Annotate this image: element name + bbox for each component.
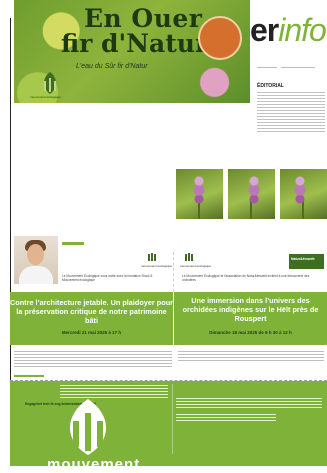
event-logo-label: mouvement écologique (180, 264, 212, 268)
event-card[interactable]: Contre l’architecture jetable. Un plaido… (10, 292, 173, 345)
event-caption: Le Mouvement Écologique et l'association… (182, 274, 310, 282)
footer-separator (172, 384, 173, 454)
footer-text (176, 398, 322, 408)
column-separator (173, 252, 175, 292)
editorial-title: ÉDITORIAL (257, 83, 284, 89)
event-description (14, 351, 172, 367)
meta-line (281, 67, 315, 68)
header-banner: En Ouer fir d'Natur L'eau du Sûr fir d'N… (14, 0, 250, 103)
leaf-logo-icon (44, 72, 56, 94)
event-date: Mercredi 21 mai 2025 à 17 h (61, 330, 122, 335)
speaker-portrait (14, 236, 58, 284)
event-description (178, 351, 324, 361)
banner-title-line2: fir d'Natur (61, 29, 209, 58)
banner-badge-icon (198, 16, 242, 60)
orchid-photo (280, 169, 327, 219)
leaf-logo-icon (70, 399, 106, 455)
masthead-brand: erinfo (250, 12, 327, 49)
brand-part1: er (250, 12, 279, 48)
orchid-photo (228, 169, 275, 219)
partner-badge-label: Natur&ëmwelt (291, 257, 315, 261)
meta-line (257, 67, 277, 68)
footer-text (176, 414, 276, 422)
event-caption: Le Mouvement Écologique vous invite avec… (62, 274, 153, 282)
event-title: Contre l’architecture jetable. Un plaido… (10, 298, 173, 325)
footer-wordmark: mouvement (47, 456, 141, 473)
newsletter-page: En Ouer fir d'Natur L'eau du Sûr fir d'N… (0, 0, 327, 473)
editorial-text (257, 92, 325, 134)
event-date: Dimanche 18 mai 2025 de 9 h 30 à 12 h (209, 330, 292, 335)
banner-logo-label: mouvement écologique (30, 95, 62, 99)
brand-part2: info (278, 12, 327, 48)
event-link[interactable] (14, 375, 44, 377)
orchid-photo (176, 169, 223, 219)
accent-dash (62, 242, 84, 245)
event-title: Une immersion dans l’univers des orchidé… (182, 296, 319, 323)
event-card[interactable]: Une immersion dans l’univers des orchidé… (174, 292, 327, 345)
banner-subtitle: L'eau du Sûr fir d'Natur (76, 63, 148, 70)
event-logo-label: mouvement écologique (141, 264, 173, 268)
leaf-logo-icon (185, 253, 193, 261)
leaf-logo-icon (148, 253, 156, 261)
